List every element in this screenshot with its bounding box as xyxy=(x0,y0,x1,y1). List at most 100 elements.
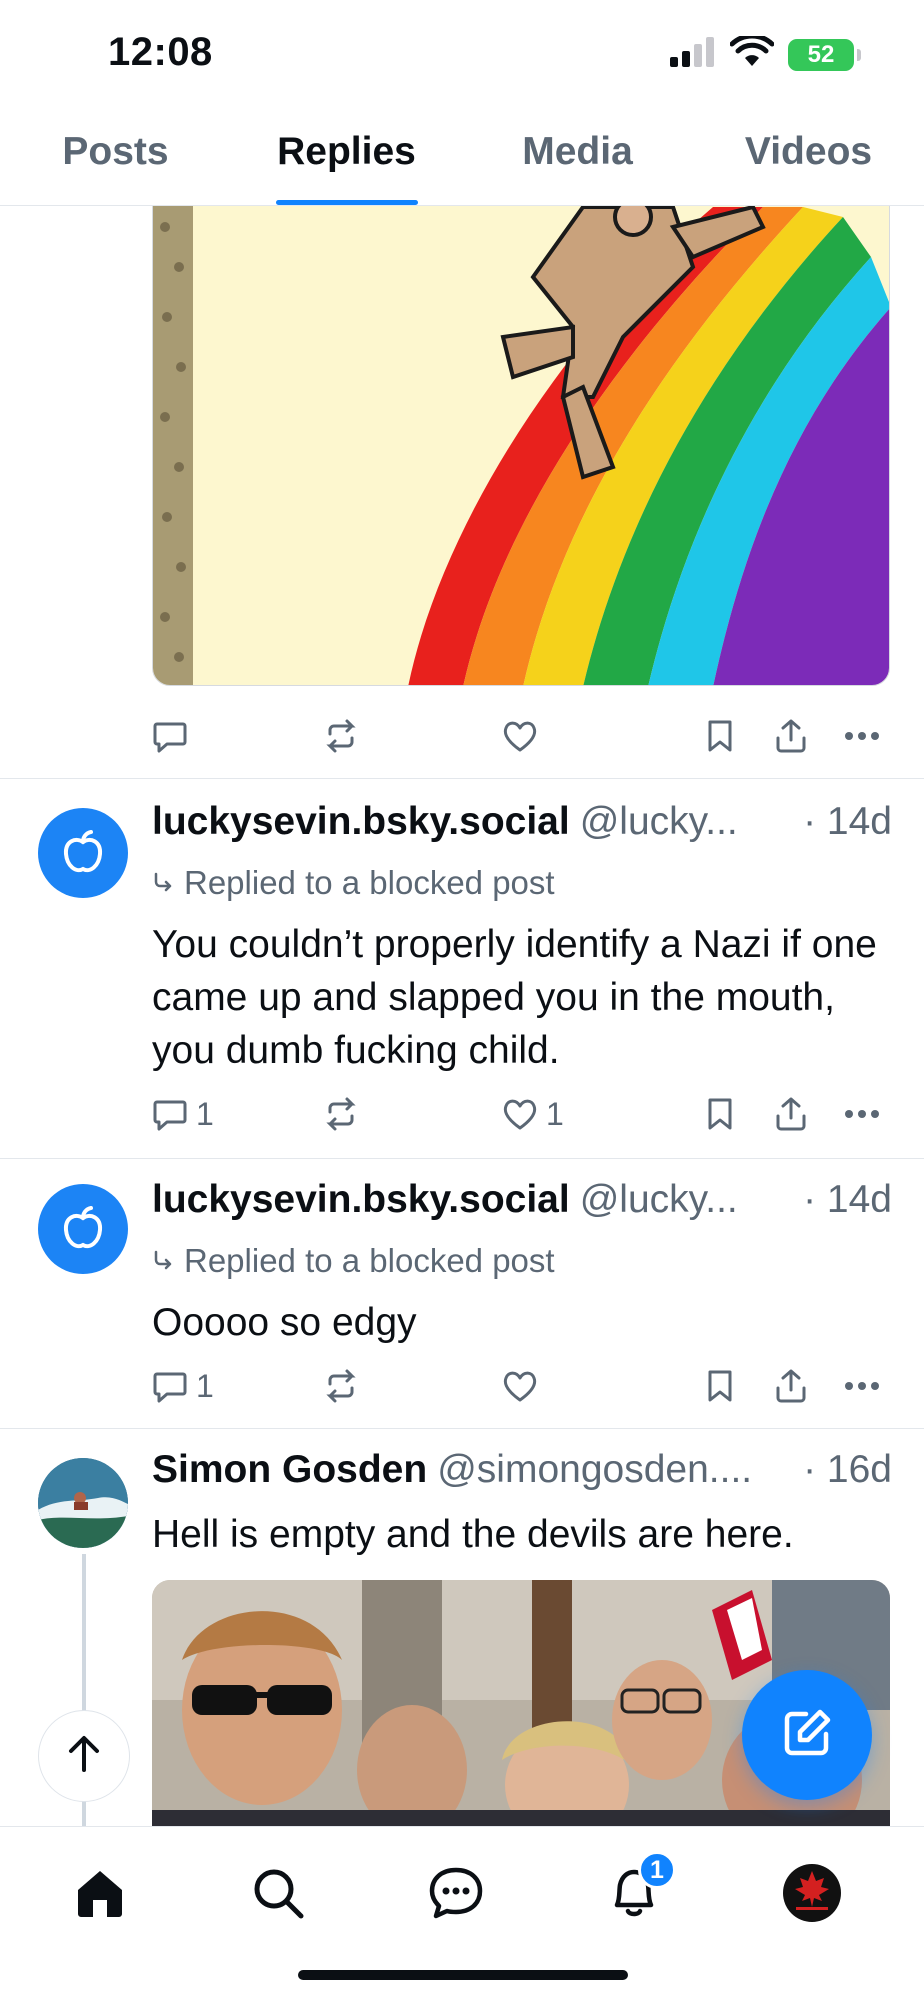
reply-context: Replied to a blocked post xyxy=(152,864,555,902)
status-bar: 12:08 52 xyxy=(0,0,924,110)
tab-posts[interactable]: Posts xyxy=(0,110,231,205)
tab-media-label: Media xyxy=(522,130,633,173)
author-handle[interactable]: @lucky... xyxy=(580,1178,793,1222)
wifi-icon xyxy=(729,33,775,73)
reply-count: 1 xyxy=(196,1367,214,1404)
more-button[interactable] xyxy=(844,1381,880,1391)
avatar[interactable] xyxy=(38,808,128,898)
tab-replies-label: Replies xyxy=(277,130,416,173)
nav-profile[interactable] xyxy=(772,1855,852,1935)
home-indicator xyxy=(298,1970,628,1980)
author-handle[interactable]: @lucky... xyxy=(580,800,793,844)
repost-button[interactable] xyxy=(322,1368,360,1404)
signal-icon xyxy=(670,37,716,72)
profile-avatar xyxy=(782,1863,842,1928)
like-icon xyxy=(502,719,538,753)
tab-replies[interactable]: Replies xyxy=(231,110,462,205)
profile-tabs: Posts Replies Media Videos xyxy=(0,110,924,206)
status-time: 12:08 xyxy=(108,30,213,74)
like-button[interactable] xyxy=(502,1369,538,1403)
reply-button[interactable] xyxy=(152,718,188,754)
nav-notifications[interactable]: 1 xyxy=(594,1851,676,1935)
chat-icon xyxy=(428,1866,484,1925)
repost-button[interactable] xyxy=(322,1096,360,1132)
author-name[interactable]: luckysevin.bsky.social xyxy=(152,800,570,844)
like-button[interactable] xyxy=(502,719,538,753)
bookmark-icon xyxy=(705,1368,735,1404)
nav-home[interactable] xyxy=(60,1855,140,1935)
tab-videos[interactable]: Videos xyxy=(693,110,924,205)
post-image-rainbow[interactable] xyxy=(152,206,890,686)
nav-search[interactable] xyxy=(238,1855,318,1935)
like-icon xyxy=(502,1097,538,1131)
battery-icon: 52 xyxy=(788,38,861,71)
apple-logo-icon xyxy=(63,1206,103,1249)
author-name[interactable]: luckysevin.bsky.social xyxy=(152,1178,570,1222)
bookmark-icon xyxy=(705,718,735,754)
home-icon xyxy=(73,1866,127,1925)
post-actions: 1 1 xyxy=(152,1092,890,1136)
tab-videos-label: Videos xyxy=(744,130,873,173)
share-icon xyxy=(774,718,808,754)
reply-arrow-icon xyxy=(152,864,174,902)
compose-icon xyxy=(780,1706,834,1765)
reply-post[interactable]: luckysevin.bsky.social @lucky... · 14d R… xyxy=(0,1158,924,1428)
reply-count: 1 xyxy=(196,1095,214,1132)
author-handle[interactable]: @simongosden.... xyxy=(437,1448,793,1492)
feed[interactable]: luckysevin.bsky.social @lucky... · 14d R… xyxy=(0,206,924,1826)
post-text: Hell is empty and the devils are here. xyxy=(152,1513,794,1556)
like-count: 1 xyxy=(546,1095,564,1132)
post-time: · 14d xyxy=(803,1178,892,1221)
post-time: · 16d xyxy=(803,1448,892,1491)
reply-context-text: Replied to a blocked post xyxy=(184,864,555,901)
tab-active-indicator xyxy=(275,200,418,205)
bookmark-button[interactable] xyxy=(705,1368,735,1404)
avatar[interactable] xyxy=(38,1184,128,1274)
post-text: Ooooo so edgy xyxy=(152,1301,417,1344)
like-button[interactable]: 1 xyxy=(502,1096,564,1133)
reply-button[interactable]: 1 xyxy=(152,1368,214,1405)
bookmark-button[interactable] xyxy=(705,1096,735,1132)
share-icon xyxy=(774,1368,808,1404)
reply-arrow-icon xyxy=(152,1242,174,1280)
share-button[interactable] xyxy=(774,1368,808,1404)
status-icons: 52 xyxy=(670,33,861,73)
search-icon xyxy=(251,1866,305,1925)
avatar-photo xyxy=(38,1458,128,1548)
author-name[interactable]: Simon Gosden xyxy=(152,1448,427,1492)
post-time: · 14d xyxy=(803,800,892,843)
share-icon xyxy=(774,1096,808,1132)
bookmark-button[interactable] xyxy=(705,718,735,754)
nav-chat[interactable] xyxy=(416,1855,496,1935)
arrow-up-icon xyxy=(67,1735,101,1778)
repost-icon xyxy=(322,1368,360,1404)
share-button[interactable] xyxy=(774,718,808,754)
post-header: luckysevin.bsky.social @lucky... · 14d xyxy=(152,1178,892,1222)
scroll-to-top-button[interactable] xyxy=(38,1710,130,1802)
tab-posts-label: Posts xyxy=(62,130,169,173)
reply-icon xyxy=(152,718,188,754)
reply-post[interactable]: luckysevin.bsky.social @lucky... · 14d R… xyxy=(0,778,924,1158)
more-icon xyxy=(844,1381,880,1391)
post-header: Simon Gosden @simongosden.... · 16d xyxy=(152,1448,892,1492)
like-icon xyxy=(502,1369,538,1403)
tab-media[interactable]: Media xyxy=(462,110,693,205)
post-actions xyxy=(152,714,890,758)
avatar[interactable] xyxy=(38,1458,128,1548)
reply-context-text: Replied to a blocked post xyxy=(184,1242,555,1279)
more-icon xyxy=(844,731,880,741)
reply-context: Replied to a blocked post xyxy=(152,1242,555,1280)
reply-button[interactable]: 1 xyxy=(152,1096,214,1133)
compose-button[interactable] xyxy=(742,1670,872,1800)
battery-level: 52 xyxy=(807,40,835,68)
share-button[interactable] xyxy=(774,1096,808,1132)
repost-icon xyxy=(322,718,360,754)
post-text: You couldn’t properly identify a Nazi if… xyxy=(152,923,877,1072)
repost-button[interactable] xyxy=(322,718,360,754)
bookmark-icon xyxy=(705,1096,735,1132)
more-button[interactable] xyxy=(844,1109,880,1119)
reply-icon xyxy=(152,1096,188,1132)
more-button[interactable] xyxy=(844,731,880,741)
more-icon xyxy=(844,1109,880,1119)
notification-badge: 1 xyxy=(638,1851,676,1889)
